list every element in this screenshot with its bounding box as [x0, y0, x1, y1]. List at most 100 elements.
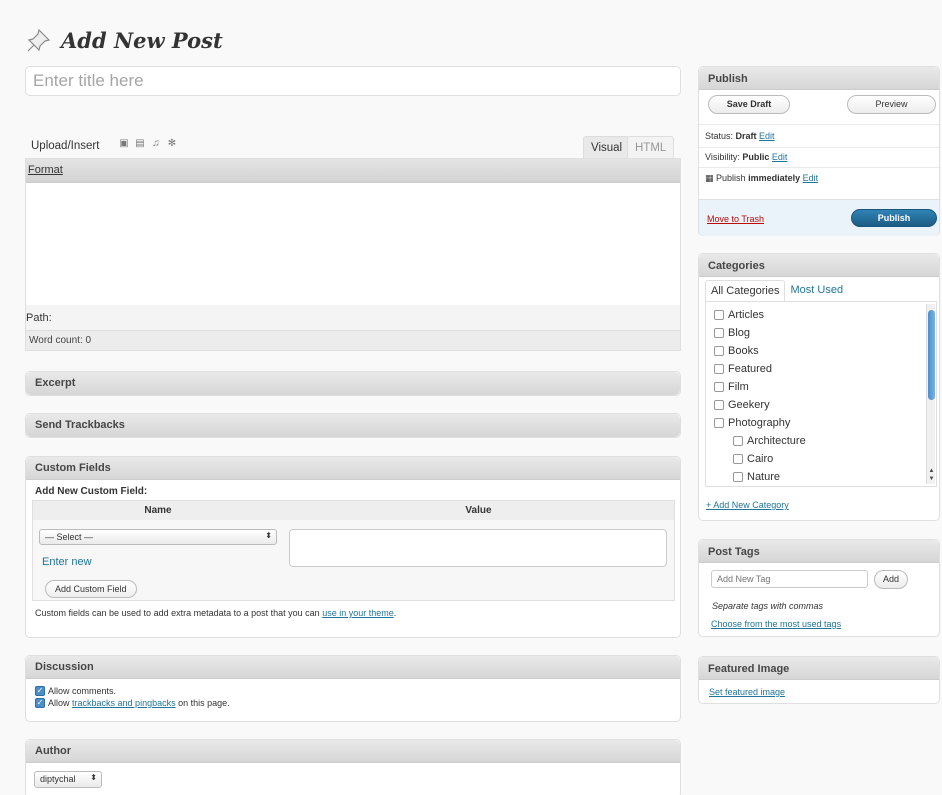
categories-box: Categories All Categories Most Used Arti… [698, 253, 940, 521]
category-item[interactable]: Books [706, 342, 936, 360]
category-checkbox[interactable] [714, 400, 724, 410]
scrollbar-thumb[interactable] [928, 310, 935, 400]
editor-path: Path: [26, 305, 680, 330]
category-checkbox[interactable] [714, 364, 724, 374]
category-checklist: Articles Blog Books Featured Film Geekery Phot… [705, 301, 937, 487]
category-label: Architecture [747, 435, 806, 447]
custom-field-row: — Select — ⬍ Enter new Add Custom Field [33, 520, 674, 600]
category-label: Geekery [728, 399, 770, 411]
discussion-title[interactable]: Discussion [26, 656, 680, 679]
publish-box-title[interactable]: Publish [699, 67, 939, 90]
tab-all-categories[interactable]: All Categories [705, 280, 786, 302]
word-count: Word count: 0 [26, 330, 680, 350]
column-name-header: Name [144, 505, 172, 516]
publish-actions: Move to Trash Publish [699, 199, 939, 236]
custom-field-value-input[interactable] [289, 529, 667, 567]
category-checkbox[interactable] [714, 328, 724, 338]
category-checkbox[interactable] [733, 454, 743, 464]
excerpt-box[interactable]: Excerpt [25, 371, 681, 396]
tab-html[interactable]: HTML [627, 136, 675, 158]
upload-insert-label: Upload/Insert [31, 140, 100, 152]
category-item[interactable]: Blog [706, 324, 936, 342]
trackbacks-box[interactable]: Send Trackbacks [25, 413, 681, 438]
category-label: Cairo [747, 453, 774, 465]
divider [699, 147, 939, 148]
author-title[interactable]: Author [26, 740, 680, 763]
category-item[interactable]: Cairo [706, 450, 936, 468]
edit-status-link[interactable]: Edit [759, 131, 775, 141]
allow-comments-row: ✓ Allow comments. [35, 686, 117, 696]
category-checkbox[interactable] [714, 418, 724, 428]
excerpt-box-title[interactable]: Excerpt [26, 372, 680, 395]
scroll-up-arrow-icon[interactable]: ▲ [927, 468, 936, 476]
media-icon[interactable]: ✻ [167, 139, 177, 149]
scroll-down-arrow-icon[interactable]: ▼ [927, 476, 936, 484]
custom-field-name-select[interactable]: — Select — ⬍ [39, 529, 277, 545]
tab-most-used[interactable]: Most Used [785, 280, 848, 302]
audio-icon[interactable]: ♫ [151, 139, 161, 149]
post-title-input[interactable] [25, 66, 681, 96]
add-new-category-link[interactable]: + Add New Category [706, 500, 789, 510]
format-menu[interactable]: Format [28, 164, 63, 176]
format-toolbar: Format [26, 159, 680, 183]
select-arrows-icon: ⬍ [90, 773, 97, 782]
allow-comments-checkbox[interactable]: ✓ [35, 686, 45, 696]
set-featured-image-link[interactable]: Set featured image [709, 687, 785, 697]
featured-image-box: Featured Image Set featured image [698, 656, 940, 704]
edit-schedule-link[interactable]: Edit [803, 173, 819, 183]
categories-title[interactable]: Categories [699, 254, 939, 277]
choose-most-used-tags-link[interactable]: Choose from the most used tags [711, 619, 841, 629]
status-row: Status: Draft Edit [705, 131, 775, 141]
add-tag-button[interactable]: Add [874, 570, 908, 589]
category-tabs: All Categories Most Used [705, 280, 848, 302]
category-item[interactable]: Featured [706, 360, 936, 378]
visibility-row: Visibility: Public Edit [705, 152, 788, 162]
category-item[interactable]: Nature [706, 468, 936, 486]
enter-new-link[interactable]: Enter new [42, 556, 92, 568]
allow-pings-row: ✓ Allow trackbacks and pingbacks on this… [35, 698, 230, 708]
custom-fields-title[interactable]: Custom Fields [26, 457, 680, 480]
image-icon[interactable]: ▣ [119, 139, 129, 149]
category-label: Nature [747, 471, 781, 483]
category-checkbox[interactable] [733, 472, 743, 482]
category-label: Blog [728, 327, 751, 339]
video-icon[interactable]: ▤ [135, 139, 145, 149]
preview-button[interactable]: Preview [847, 95, 936, 114]
category-label: Articles [728, 309, 765, 321]
trackbacks-pingbacks-link[interactable]: trackbacks and pingbacks [72, 698, 176, 708]
save-draft-button[interactable]: Save Draft [708, 95, 790, 114]
custom-field-add-label: Add New Custom Field: [35, 486, 148, 497]
custom-fields-box: Custom Fields Add New Custom Field: Name… [25, 456, 681, 638]
category-item[interactable]: Architecture [706, 432, 936, 450]
editor-box: Format Path: Word count: 0 [25, 158, 681, 351]
move-to-trash-link[interactable]: Move to Trash [707, 214, 764, 224]
allow-pings-checkbox[interactable]: ✓ [35, 698, 45, 708]
category-item[interactable]: Articles [706, 306, 936, 324]
category-label: Featured [728, 363, 773, 375]
column-value-header: Value [465, 505, 492, 516]
category-item[interactable]: Geekery [706, 396, 936, 414]
category-scrollbar[interactable]: ▲ ▼ [926, 304, 935, 484]
category-item[interactable]: Photography [706, 414, 936, 432]
category-label: Film [728, 381, 749, 393]
category-checkbox[interactable] [733, 436, 743, 446]
post-tags-title[interactable]: Post Tags [699, 540, 939, 563]
category-item[interactable]: Film [706, 378, 936, 396]
use-in-theme-link[interactable]: use in your theme [322, 608, 394, 618]
trackbacks-box-title[interactable]: Send Trackbacks [26, 414, 680, 437]
editor-toolbar: Upload/Insert ▣ ▤ ♫ ✻ Visual HTML [25, 136, 681, 158]
edit-visibility-link[interactable]: Edit [772, 152, 788, 162]
category-checkbox[interactable] [714, 346, 724, 356]
author-select[interactable]: diptychal ⬍ [34, 771, 102, 788]
new-tag-input[interactable] [711, 570, 868, 588]
category-checkbox[interactable] [714, 310, 724, 320]
schedule-row: ▦ Publish immediately Edit [705, 173, 819, 183]
publish-button[interactable]: Publish [851, 209, 937, 227]
custom-field-table: Name Value — Select — ⬍ Enter new Add Cu… [32, 500, 675, 601]
add-custom-field-button[interactable]: Add Custom Field [45, 580, 137, 598]
category-checkbox[interactable] [714, 382, 724, 392]
page-title: Add New Post [61, 27, 223, 53]
tab-visual[interactable]: Visual [583, 136, 631, 158]
editor-content-area[interactable] [26, 183, 680, 305]
featured-image-title[interactable]: Featured Image [699, 657, 939, 680]
